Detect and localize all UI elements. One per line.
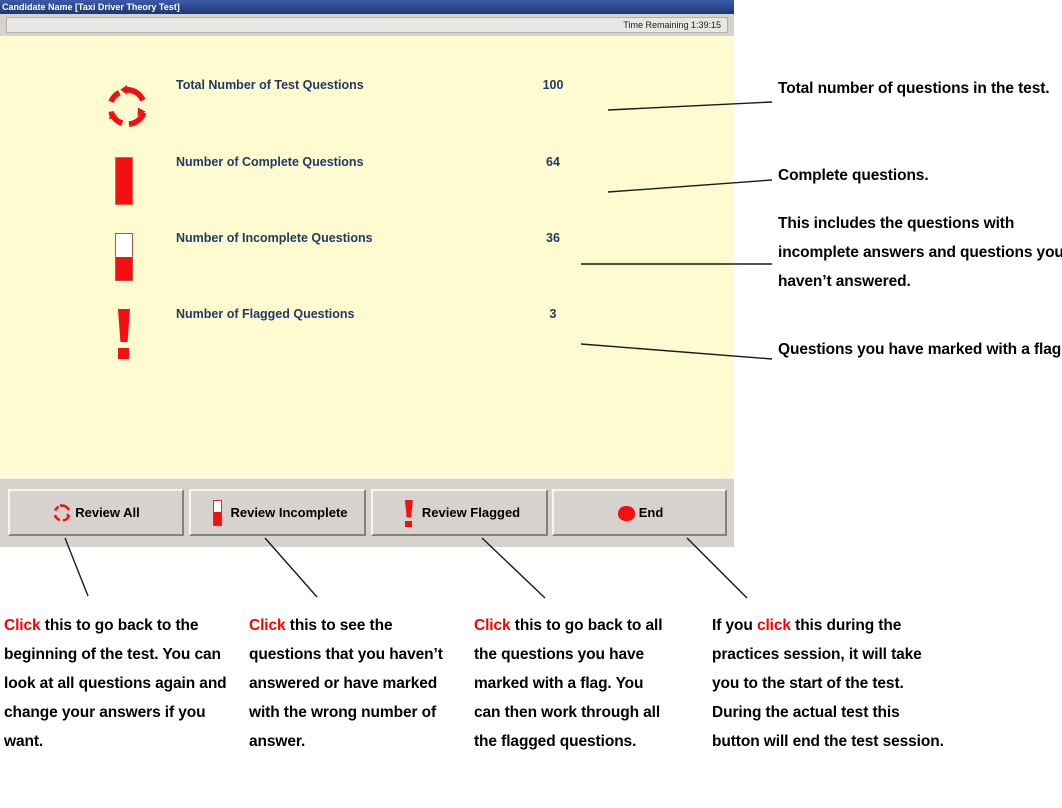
review-flagged-label: Review Flagged: [421, 505, 521, 520]
annotation-flagged-questions: Questions you have marked with a flag.: [778, 341, 1062, 358]
review-all-label: Review All: [75, 505, 140, 520]
bar-half-icon: [207, 499, 227, 527]
stop-blob-icon-shape: [617, 505, 635, 521]
annotation-review-flagged-highlight: Click: [474, 617, 511, 634]
leader-line-end: [686, 537, 748, 599]
stop-blob-icon: [616, 499, 636, 527]
cycle-icon-svg: [108, 84, 147, 128]
summary-row-incomplete: Number of Incomplete Questions 36: [0, 231, 734, 307]
summary-content-pane: Total Number of Test Questions 100 Numbe…: [0, 36, 734, 478]
annotation-end-prefix: If you: [712, 617, 757, 634]
summary-row-complete: Number of Complete Questions 64: [0, 155, 734, 231]
bar-full-icon-shape: [115, 157, 133, 205]
time-remaining-label: Time Remaining 1:39:15: [623, 20, 721, 30]
summary-label-complete: Number of Complete Questions: [176, 155, 364, 169]
annotation-review-flagged-text: this to go back to all the questions you…: [474, 617, 663, 750]
annotation-review-all-text: this to go back to the beginning of the …: [4, 617, 227, 750]
review-flagged-button[interactable]: Review Flagged: [371, 489, 548, 536]
annotation-end-highlight: click: [756, 617, 791, 634]
end-label: End: [638, 505, 664, 520]
exclamation-stem: [118, 309, 130, 342]
review-incomplete-button[interactable]: Review Incomplete: [189, 489, 366, 536]
annotation-incomplete-questions: This includes the questions with incompl…: [778, 215, 1062, 290]
test-application-window: Candidate Name [Taxi Driver Theory Test]…: [0, 0, 734, 547]
bar-full-icon: [100, 155, 160, 231]
annotation-review-incomplete-text: this to see the questions that you haven…: [249, 617, 443, 750]
exclamation-icon-shape: [116, 309, 132, 359]
window-title-bar: Candidate Name [Taxi Driver Theory Test]: [0, 0, 734, 14]
cycle-icon: [52, 499, 72, 527]
review-all-button[interactable]: Review All: [8, 489, 184, 536]
annotation-review-all: Click this to go back to the beginning o…: [4, 611, 228, 756]
toolbar: Review All Review Incomplete Review Flag…: [0, 478, 734, 547]
exclamation-dot: [118, 348, 129, 359]
exclamation-icon: [100, 307, 160, 383]
summary-value-complete: 64: [546, 155, 560, 169]
annotation-total-questions: Total number of questions in the test.: [778, 80, 1050, 97]
annotation-review-all-highlight: Click: [4, 617, 41, 634]
annotation-end-text: this during the practices session, it wi…: [712, 617, 944, 750]
summary-row-total: Total Number of Test Questions 100: [0, 78, 734, 154]
bar-half-icon: [100, 231, 160, 307]
summary-label-total: Total Number of Test Questions: [176, 78, 364, 92]
status-strip: Time Remaining 1:39:15: [0, 14, 734, 36]
status-inner-panel: Time Remaining 1:39:15: [6, 17, 728, 33]
annotation-review-incomplete: Click this to see the questions that you…: [249, 611, 461, 756]
summary-row-flagged: Number of Flagged Questions 3: [0, 307, 734, 383]
annotation-complete-questions: Complete questions.: [778, 167, 929, 184]
summary-value-flagged: 3: [549, 307, 557, 321]
bar-half-icon-shape: [213, 499, 223, 526]
review-incomplete-label: Review Incomplete: [230, 505, 348, 520]
summary-value-total: 100: [542, 78, 564, 92]
leader-line-review-flagged: [481, 537, 546, 599]
summary-value-incomplete: 36: [546, 231, 560, 245]
exclamation-icon: [399, 499, 419, 527]
bar-half-icon-shape: [115, 233, 133, 281]
annotation-review-flagged: Click this to go back to all the questio…: [474, 611, 670, 756]
exclamation-dot: [404, 520, 412, 527]
window-title: Candidate Name [Taxi Driver Theory Test]: [2, 2, 180, 12]
cycle-icon-svg: [54, 502, 71, 522]
cycle-icon: [100, 78, 160, 154]
summary-label-incomplete: Number of Incomplete Questions: [176, 231, 373, 245]
end-button[interactable]: End: [552, 489, 727, 536]
summary-label-flagged: Number of Flagged Questions: [176, 307, 355, 321]
annotation-end: If you click this during the practices s…: [712, 611, 948, 756]
annotation-review-incomplete-highlight: Click: [249, 617, 286, 634]
exclamation-stem: [404, 499, 413, 518]
